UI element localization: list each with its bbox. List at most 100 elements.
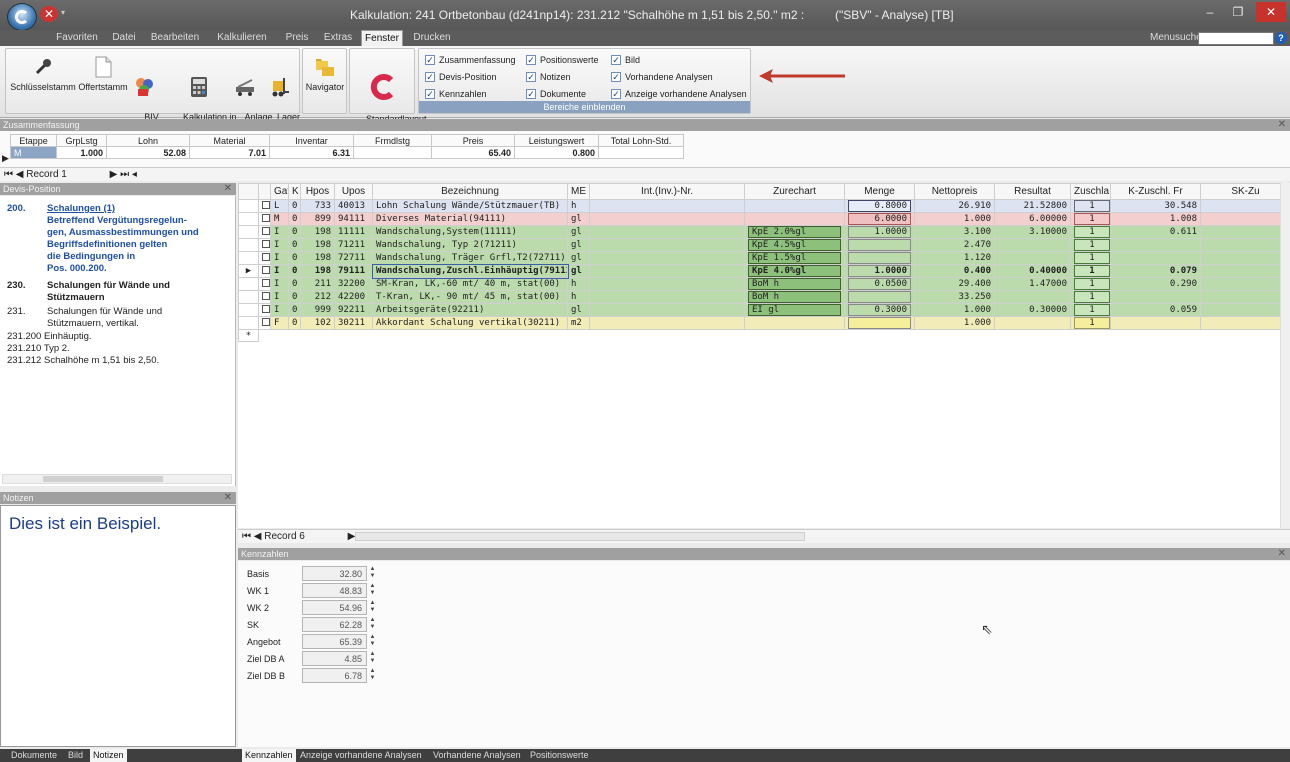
cell-g[interactable]: F <box>270 316 289 330</box>
cell-zur[interactable]: BoM h <box>744 290 845 304</box>
quick-access-close-icon[interactable]: ✕ <box>40 6 58 22</box>
summary-cell-leistungswert[interactable]: 0.800 <box>514 146 599 159</box>
kennzahl-value-field[interactable]: 62.28 <box>302 617 367 632</box>
cell-kzf[interactable]: 1.008 <box>1110 212 1201 226</box>
close-icon[interactable]: ✕ <box>224 492 232 504</box>
cell-sk-zuschlag[interactable] <box>1200 238 1290 252</box>
grid-column-header[interactable] <box>258 183 271 200</box>
first-record-icon[interactable]: ⏮ <box>4 169 13 180</box>
application-menu-button[interactable] <box>7 3 37 31</box>
cell-upos[interactable]: 30211 <box>334 316 373 330</box>
kennzahl-value-field[interactable]: 32.80 <box>302 566 367 581</box>
check-devis-position[interactable]: ✓ Devis-Position <box>425 70 497 84</box>
close-icon[interactable]: ✕ <box>1278 119 1286 131</box>
cell-zu[interactable]: 1 <box>1070 303 1111 317</box>
cell-upos[interactable]: 42200 <box>334 290 373 304</box>
spinner-icon[interactable]: ▲ ▼ <box>369 566 376 581</box>
cell-bez[interactable]: Arbeitsgeräte(92211) <box>372 303 568 317</box>
cell-zur[interactable] <box>744 199 845 213</box>
cell-zur[interactable]: KpE 4.0%gl <box>744 264 845 278</box>
cell-bez[interactable]: Wandschalung, Träger Grfl,T2(72711) <box>372 251 568 265</box>
cell-inv[interactable] <box>589 238 745 252</box>
summary-cell-lohn[interactable]: 52.08 <box>106 146 190 159</box>
cell-bez[interactable]: Wandschalung,Zuschl.Einhäuptig(79111) <box>371 263 569 279</box>
current-row-indicator-icon[interactable]: ▶ <box>238 264 259 278</box>
cell-hpos[interactable]: 733 <box>300 199 335 213</box>
tab-notizen[interactable]: Notizen <box>90 749 127 762</box>
cell-g[interactable]: I <box>270 225 289 239</box>
cell-me[interactable]: gl <box>567 303 590 317</box>
table-row[interactable]: F 0 102 30211 Akkordant Schalung vertikal(30… <box>238 316 1290 330</box>
grid-column-header[interactable]: Resultat <box>994 183 1071 200</box>
cell-bez[interactable]: Diverses Material(94111) <box>372 212 568 226</box>
cell-g[interactable]: I <box>270 277 289 291</box>
cell-menge[interactable]: 1.0000 <box>844 264 915 278</box>
cell-hpos[interactable]: 198 <box>300 238 335 252</box>
spinner-icon[interactable]: ▲ ▼ <box>369 583 376 598</box>
table-row[interactable]: ▶ I 0 198 79111 Wandschalung,Zuschl.Einhäupti… <box>238 263 1290 279</box>
spinner-icon[interactable]: ▲ ▼ <box>369 634 376 649</box>
cell-upos[interactable]: 92211 <box>334 303 373 317</box>
cell-bez[interactable]: T-Kran, LK,- 90 mt/ 45 m, stat(00) <box>372 290 568 304</box>
cell-inv[interactable] <box>589 277 745 291</box>
close-icon[interactable]: ✕ <box>224 183 232 195</box>
restore-button[interactable]: ❐ <box>1224 2 1252 22</box>
row-checkbox[interactable] <box>258 290 271 304</box>
cell-upos[interactable]: 32200 <box>334 277 373 291</box>
table-row[interactable]: I 0 999 92211 Arbeitsgeräte(92211) gl EI gl 0.3… <box>238 303 1290 317</box>
cell-upos[interactable]: 72711 <box>334 251 373 265</box>
cell-res[interactable] <box>994 251 1071 265</box>
cell-k[interactable]: 0 <box>288 251 301 265</box>
cell-netto[interactable]: 0.400 <box>914 264 995 278</box>
cell-g[interactable]: I <box>270 290 289 304</box>
cell-me[interactable]: gl <box>567 251 590 265</box>
cell-menge[interactable]: 0.3000 <box>844 303 915 317</box>
row-checkbox[interactable] <box>258 225 271 239</box>
cell-menge[interactable] <box>844 316 915 330</box>
row-selector[interactable] <box>238 277 259 291</box>
cell-zur[interactable]: KpE 1.5%gl <box>744 251 845 265</box>
grid-column-header[interactable]: Nettopreis <box>914 183 995 200</box>
close-icon[interactable]: ✕ <box>1278 548 1286 560</box>
last-record-icon[interactable]: ⏭ <box>120 169 129 180</box>
cell-me[interactable]: h <box>567 199 590 213</box>
first-record-icon[interactable]: ⏮ <box>242 531 251 542</box>
cell-kzf[interactable]: 0.059 <box>1110 303 1201 317</box>
cell-zu[interactable]: 1 <box>1070 316 1111 330</box>
cell-k[interactable]: 0 <box>288 277 301 291</box>
row-checkbox[interactable] <box>258 212 271 226</box>
table-row[interactable]: I 0 198 11111 Wandschalung,System(11111) gl Kp… <box>238 225 1290 239</box>
tab-extras[interactable]: Extras <box>322 30 354 46</box>
summary-cell-inventar[interactable]: 6.31 <box>269 146 354 159</box>
tab-fenster[interactable]: Fenster <box>361 30 403 47</box>
cell-res[interactable] <box>994 290 1071 304</box>
cell-hpos[interactable]: 102 <box>300 316 335 330</box>
row-checkbox[interactable] <box>258 264 271 278</box>
cell-hpos[interactable]: 198 <box>300 251 335 265</box>
cell-zu[interactable]: 1 <box>1070 251 1111 265</box>
cell-menge[interactable]: 0.8000 <box>844 199 915 213</box>
grid-column-header[interactable]: Zuschla <box>1070 183 1111 200</box>
cell-g[interactable]: I <box>270 251 289 265</box>
spinner-icon[interactable]: ▲ ▼ <box>369 617 376 632</box>
cell-inv[interactable] <box>589 264 745 278</box>
cell-upos[interactable]: 11111 <box>334 225 373 239</box>
cell-bez[interactable]: Wandschalung, Typ 2(71211) <box>372 238 568 252</box>
cell-inv[interactable] <box>589 290 745 304</box>
row-checkbox[interactable] <box>258 251 271 265</box>
check-anzeige-vorhandene-analysen[interactable]: ✓ Anzeige vorhandene Analysen <box>611 87 747 101</box>
tab-drucken[interactable]: Drucken <box>412 30 452 46</box>
check-vorhandene-analysen[interactable]: ✓ Vorhandene Analysen <box>611 70 713 84</box>
cell-k[interactable]: 0 <box>288 225 301 239</box>
cell-res[interactable]: 6.00000 <box>994 212 1071 226</box>
cell-netto[interactable]: 1.000 <box>914 316 995 330</box>
spinner-icon[interactable]: ▲ ▼ <box>369 651 376 666</box>
cell-upos[interactable]: 94111 <box>334 212 373 226</box>
help-icon[interactable]: ? <box>1275 32 1287 44</box>
quick-access-dropdown-icon[interactable]: ▾ <box>61 8 65 17</box>
tab-positionswerte[interactable]: Positionswerte <box>527 749 592 762</box>
cell-res[interactable]: 0.40000 <box>994 264 1071 278</box>
cell-zu[interactable]: 1 <box>1070 199 1111 213</box>
grid-column-header[interactable]: K-Zuschl. Fr <box>1110 183 1201 200</box>
cell-inv[interactable] <box>589 225 745 239</box>
